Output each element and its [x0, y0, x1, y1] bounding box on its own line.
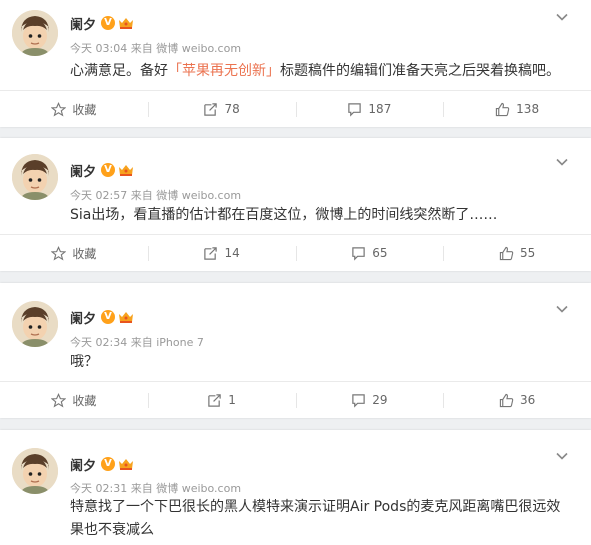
action-bar: 收藏 78 187 138 — [0, 90, 591, 127]
post-time[interactable]: 今天 02:34 — [70, 336, 127, 349]
post-meta: 今天 02:57 来自 微博 weibo.com — [70, 187, 241, 203]
avatar[interactable] — [12, 10, 58, 56]
comment-icon — [352, 393, 365, 408]
post-time[interactable]: 今天 03:04 — [70, 42, 127, 55]
star-icon — [51, 245, 67, 261]
like-icon — [499, 393, 514, 407]
vip-crown-icon — [119, 18, 134, 29]
comment-button[interactable]: 187 — [295, 91, 444, 127]
repost-button[interactable]: 14 — [147, 235, 296, 271]
comment-button[interactable]: 29 — [295, 382, 444, 418]
like-count: 55 — [519, 246, 536, 260]
comment-icon — [352, 246, 365, 261]
comment-count: 29 — [372, 393, 388, 407]
avatar[interactable] — [12, 301, 58, 347]
comment-count: 187 — [368, 102, 392, 116]
like-icon — [496, 102, 510, 116]
post-source[interactable]: 微博 weibo.com — [156, 42, 241, 55]
post-card: 阑夕 V 今天 02:31 来自 微博 weibo.com 特意找了一个下巴很长… — [0, 430, 591, 545]
comment-count: 65 — [372, 246, 388, 260]
post-text-part: 哦？ — [70, 354, 98, 370]
repost-icon — [204, 246, 218, 260]
vip-crown-icon — [119, 312, 134, 323]
via-label: 来自 — [130, 42, 153, 55]
favorite-label: 收藏 — [72, 246, 97, 261]
post-source[interactable]: 微博 weibo.com — [156, 189, 241, 202]
repost-icon — [204, 102, 218, 116]
post-time[interactable]: 今天 02:31 — [70, 482, 127, 495]
author-name[interactable]: 阑夕 — [70, 455, 96, 474]
favorite-button[interactable]: 收藏 — [0, 91, 148, 127]
repost-count: 78 — [224, 102, 240, 116]
avatar[interactable] — [12, 448, 58, 494]
favorite-label: 收藏 — [72, 102, 97, 117]
star-icon — [51, 101, 67, 117]
chevron-down-icon[interactable] — [555, 302, 569, 316]
verified-v-icon: V — [101, 457, 116, 471]
repost-count: 14 — [224, 246, 240, 260]
post-meta: 今天 03:04 来自 微博 weibo.com — [70, 40, 241, 56]
chevron-down-icon[interactable] — [555, 10, 569, 24]
verified-v-icon: V — [101, 163, 116, 177]
post-source[interactable]: 微博 weibo.com — [156, 482, 241, 495]
post-text-part: 特意找了一个下巴很长的黑人模特来演示证明Air Pods的麦克风距离嘴巴很远效果… — [70, 499, 561, 538]
verified-v-icon: V — [101, 310, 116, 324]
like-icon — [499, 246, 514, 260]
vip-crown-icon — [119, 459, 134, 470]
via-label: 来自 — [130, 336, 153, 349]
chevron-down-icon[interactable] — [555, 449, 569, 463]
favorite-button[interactable]: 收藏 — [0, 235, 148, 271]
author-name[interactable]: 阑夕 — [70, 14, 96, 33]
comment-icon — [348, 102, 362, 117]
post-meta: 今天 02:31 来自 微博 weibo.com — [70, 480, 241, 496]
post-meta: 今天 02:34 来自 iPhone 7 — [70, 334, 204, 350]
avatar[interactable] — [12, 154, 58, 200]
post-text: Sia出场，看直播的估计都在百度这位，微博上的时间线突然断了…… — [70, 204, 561, 227]
topic-link[interactable]: 「苹果再无创新」 — [168, 63, 280, 79]
vip-crown-icon — [119, 165, 134, 176]
post-text-part: 标题稿件的编辑们准备天亮之后哭着换稿吧。 — [280, 63, 560, 79]
repost-count: 1 — [228, 393, 236, 407]
comment-button[interactable]: 65 — [295, 235, 444, 271]
post-time[interactable]: 今天 02:57 — [70, 189, 127, 202]
post-card: 阑夕 V 今天 03:04 来自 微博 weibo.com 心满意足。备好「苹果… — [0, 0, 591, 127]
action-bar: 收藏 1 29 36 — [0, 381, 591, 418]
repost-button[interactable]: 78 — [147, 91, 296, 127]
favorite-button[interactable]: 收藏 — [0, 382, 148, 418]
post-source[interactable]: iPhone 7 — [156, 336, 204, 349]
like-count: 138 — [516, 102, 540, 116]
action-bar: 收藏 14 65 55 — [0, 234, 591, 271]
post-card: 阑夕 V 今天 02:57 来自 微博 weibo.com Sia出场，看直播的… — [0, 138, 591, 271]
star-icon — [51, 392, 67, 408]
like-button[interactable]: 36 — [443, 382, 591, 418]
favorite-label: 收藏 — [72, 393, 97, 408]
repost-button[interactable]: 1 — [147, 382, 296, 418]
like-button[interactable]: 138 — [443, 91, 591, 127]
via-label: 来自 — [130, 189, 153, 202]
like-count: 36 — [519, 393, 536, 407]
author-name[interactable]: 阑夕 — [70, 308, 96, 327]
post-card: 阑夕 V 今天 02:34 来自 iPhone 7 哦？ 收藏 1 29 36 — [0, 283, 591, 418]
post-text: 特意找了一个下巴很长的黑人模特来演示证明Air Pods的麦克风距离嘴巴很远效果… — [70, 496, 567, 542]
verified-v-icon: V — [101, 16, 116, 30]
like-button[interactable]: 55 — [443, 235, 591, 271]
post-text: 哦？ — [70, 351, 561, 374]
post-text: 心满意足。备好「苹果再无创新」标题稿件的编辑们准备天亮之后哭着换稿吧。 — [70, 60, 561, 83]
repost-icon — [208, 393, 222, 407]
chevron-down-icon[interactable] — [555, 155, 569, 169]
via-label: 来自 — [130, 482, 153, 495]
author-name[interactable]: 阑夕 — [70, 161, 96, 180]
post-text-part: 心满意足。备好 — [70, 63, 168, 79]
post-text-part: Sia出场，看直播的估计都在百度这位，微博上的时间线突然断了…… — [70, 207, 498, 223]
